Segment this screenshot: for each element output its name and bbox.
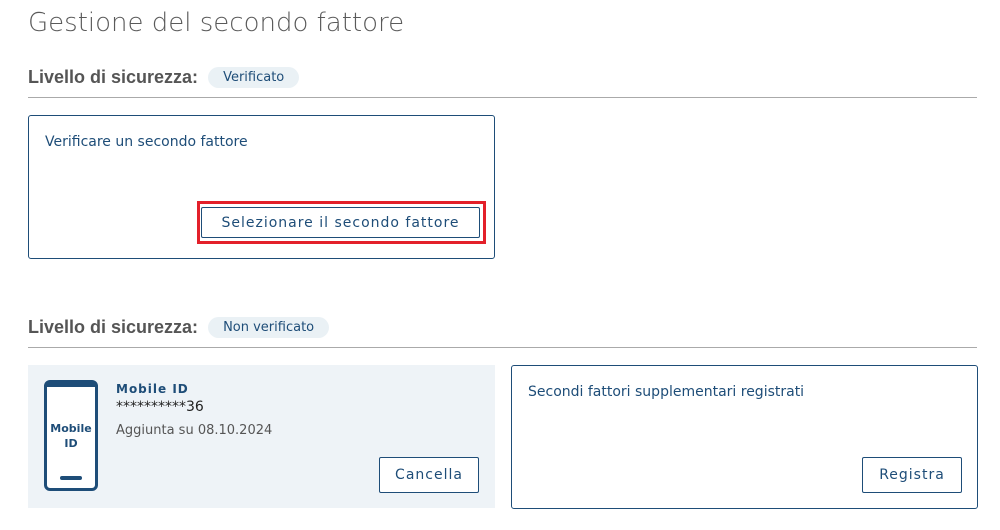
phone-icon-label: Mobile ID [50,422,92,450]
device-number: **********36 [116,399,204,415]
status-badge-verified: Verificato [208,66,300,88]
security-level-verified: Livello di sicurezza: Verificato [28,65,300,89]
section-divider [28,97,977,98]
additional-factors-card: Secondi fattori supplementari registrati… [511,365,978,509]
status-badge-unverified: Non verificato [208,316,330,338]
phone-top-bar [47,383,95,387]
security-level-unverified: Livello di sicurezza: Non verificato [28,315,330,339]
device-name: Mobile ID [116,382,189,396]
register-button[interactable]: Registra [862,457,962,493]
delete-button[interactable]: Cancella [379,457,479,493]
mobile-id-device-card: Mobile ID Mobile ID **********36 Aggiunt… [28,365,495,508]
security-level-label: Livello di sicurezza: [28,66,199,87]
highlight-box [197,201,486,244]
page-title: Gestione del secondo fattore [28,8,405,38]
phone-home-bar [60,476,82,480]
section-divider [28,347,977,348]
card-title: Secondi fattori supplementari registrati [528,384,805,400]
mobile-phone-icon: Mobile ID [44,380,98,491]
security-level-label: Livello di sicurezza: [28,316,199,337]
card-title: Verificare un secondo fattore [45,134,248,150]
device-added-date: Aggiunta su 08.10.2024 [116,423,273,438]
